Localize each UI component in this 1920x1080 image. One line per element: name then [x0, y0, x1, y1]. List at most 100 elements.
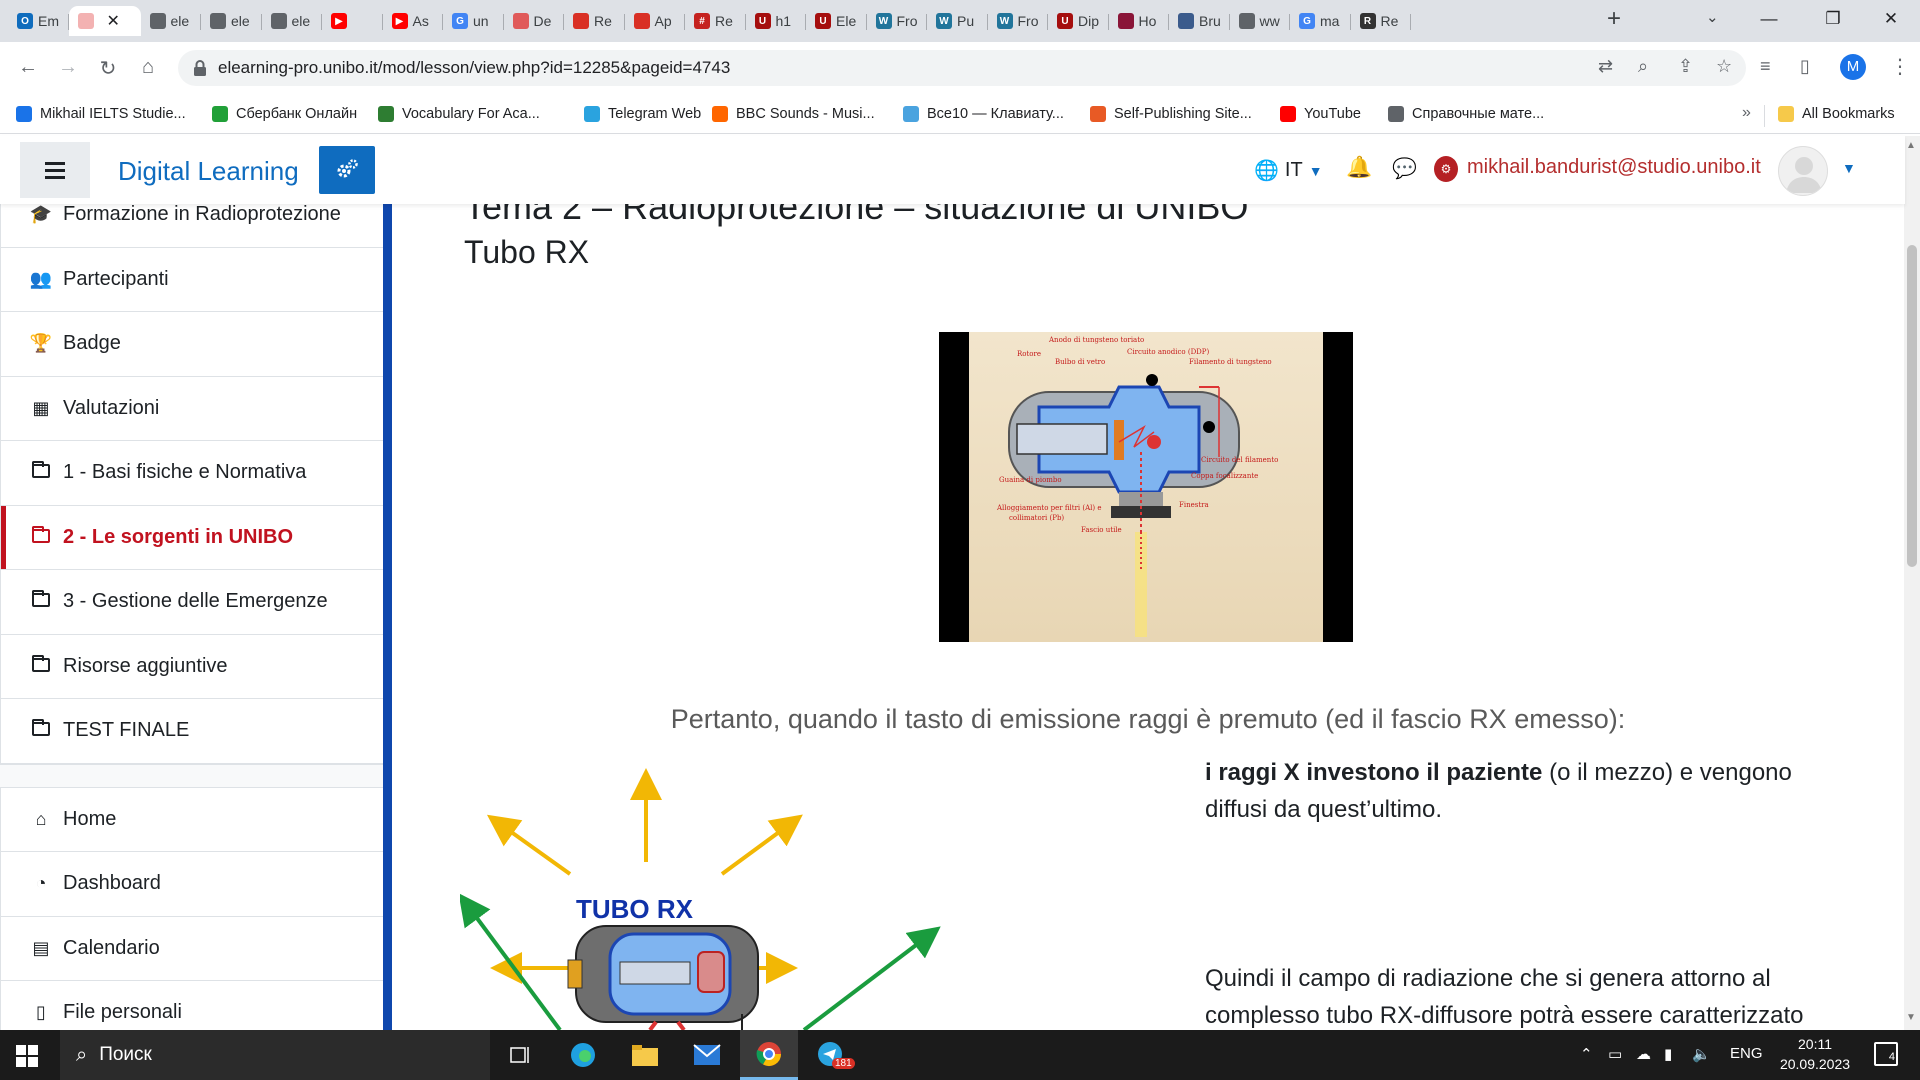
drawer-scrollbar[interactable]: [383, 204, 392, 1030]
tab-search-chevron-icon[interactable]: ⌄: [1706, 8, 1719, 26]
sidebar-item[interactable]: 👥 Partecipanti: [1, 247, 384, 312]
zoom-icon[interactable]: ⌕: [1638, 56, 1648, 77]
browser-tab[interactable]: ww: [1230, 6, 1291, 36]
reload-icon[interactable]: ↻: [94, 56, 122, 81]
system-clock[interactable]: 20:11 20.09.2023: [1760, 1034, 1870, 1074]
sidebar-item[interactable]: ◔ Dashboard: [1, 852, 384, 917]
bookmark-item[interactable]: Self-Publishing Site...: [1090, 106, 1252, 122]
battery-icon[interactable]: ▮: [1664, 1045, 1672, 1063]
address-bar[interactable]: elearning-pro.unibo.it/mod/lesson/view.p…: [178, 50, 1746, 86]
close-tab-icon[interactable]: ✕: [107, 11, 120, 31]
translate-icon[interactable]: ⇄: [1598, 56, 1613, 77]
browser-tab[interactable]: Gun: [443, 6, 504, 36]
sidebar-item[interactable]: TEST FINALE: [1, 699, 384, 764]
bookmark-star-icon[interactable]: ☆: [1716, 56, 1732, 77]
notification-center-icon[interactable]: 4: [1874, 1042, 1898, 1066]
browser-tab[interactable]: U Dip: [1048, 6, 1109, 36]
onedrive-cloud-icon[interactable]: ☁: [1636, 1045, 1651, 1063]
browser-tab[interactable]: # Re: [685, 6, 746, 36]
language-menu[interactable]: 🌐 IT ▼: [1254, 158, 1323, 183]
browser-tab-active[interactable]: ✕: [68, 6, 141, 36]
sidebar-item[interactable]: ▤ Calendario: [1, 916, 384, 981]
home-icon[interactable]: ⌂: [134, 56, 162, 79]
chrome-taskbar-icon[interactable]: [740, 1030, 798, 1080]
bookmark-item[interactable]: Все10 — Клавиату...: [903, 106, 1064, 122]
browser-tab[interactable]: R Re: [1351, 6, 1412, 36]
browser-tab[interactable]: Gma: [1290, 6, 1351, 36]
back-arrow-icon[interactable]: ←: [14, 56, 42, 79]
network-icon[interactable]: ▭: [1608, 1045, 1622, 1063]
tube-rx-label: TUBO RX: [576, 894, 694, 924]
browser-tab[interactable]: W Fro: [988, 6, 1049, 36]
url-text[interactable]: elearning-pro.unibo.it/mod/lesson/view.p…: [218, 58, 730, 78]
share-icon[interactable]: ⇪: [1678, 56, 1693, 77]
user-avatar[interactable]: [1778, 146, 1828, 196]
browser-tab[interactable]: ele: [141, 6, 202, 36]
more-bookmarks-chevron-icon[interactable]: »: [1742, 104, 1751, 122]
side-panel-icon[interactable]: ▯: [1800, 56, 1810, 77]
input-language[interactable]: ENG: [1730, 1045, 1763, 1062]
mail-icon[interactable]: [678, 1030, 736, 1080]
sidebar-item[interactable]: 1 - Basi fisiche e Normativa: [1, 441, 384, 506]
telegram-icon[interactable]: 181: [802, 1030, 860, 1080]
browser-tab[interactable]: De: [504, 6, 565, 36]
user-menu-caret-icon[interactable]: ▼: [1842, 160, 1856, 176]
browser-tab[interactable]: W Pu: [927, 6, 988, 36]
sidebar-item-label: Formazione in Radioprotezione: [63, 204, 341, 226]
sidebar-item[interactable]: 2 - Le sorgenti in UNIBO: [1, 505, 384, 570]
settings-cog-button[interactable]: [319, 146, 375, 194]
bookmark-item[interactable]: Mikhail IELTS Studie...: [16, 106, 186, 122]
minimize-button[interactable]: —: [1740, 0, 1798, 38]
browser-tab[interactable]: Uh1: [746, 6, 807, 36]
bookmark-item[interactable]: Сбербанк Онлайн: [212, 106, 357, 122]
taskbar-search-box[interactable]: ⌕ Поиск: [60, 1030, 490, 1080]
forward-arrow-icon[interactable]: →: [54, 56, 82, 79]
sidebar-item[interactable]: ▯ File personali: [1, 981, 384, 1030]
sidebar-item[interactable]: Risorse aggiuntive: [1, 634, 384, 699]
notifications-bell-icon[interactable]: 🔔: [1346, 156, 1372, 180]
bookmark-item[interactable]: YouTube: [1280, 106, 1361, 122]
maximize-button[interactable]: ❐: [1804, 0, 1862, 38]
file-explorer-icon[interactable]: [616, 1030, 674, 1080]
volume-icon[interactable]: 🔈: [1692, 1045, 1711, 1063]
all-bookmarks-button[interactable]: All Bookmarks: [1778, 106, 1895, 122]
windows-start-icon[interactable]: [16, 1045, 38, 1067]
bookmark-item[interactable]: Vocabulary For Aca...: [378, 106, 540, 122]
drawer-toggle-button[interactable]: [20, 142, 90, 198]
close-window-button[interactable]: ✕: [1862, 0, 1920, 38]
browser-tab[interactable]: ele: [201, 6, 262, 36]
browser-tab[interactable]: ▶: [322, 6, 383, 36]
site-name-link[interactable]: Digital Learning: [118, 156, 299, 187]
reading-list-icon[interactable]: ≡: [1760, 56, 1771, 77]
lock-icon[interactable]: [192, 59, 208, 77]
scroll-down-arrow-icon[interactable]: ▼: [1906, 1012, 1916, 1023]
bookmark-item[interactable]: Справочные мате...: [1388, 106, 1544, 122]
messages-chat-icon[interactable]: 💬: [1392, 156, 1417, 181]
tray-chevron-up-icon[interactable]: ⌃: [1580, 1045, 1593, 1063]
browser-tab[interactable]: Bru: [1169, 6, 1230, 36]
label-circuito-filamento: Circuito del filamento: [1201, 456, 1278, 464]
browser-tab[interactable]: U Ele: [806, 6, 867, 36]
browser-tab[interactable]: ele: [262, 6, 323, 36]
sidebar-item[interactable]: 🏆 Badge: [1, 312, 384, 377]
profile-avatar[interactable]: M: [1840, 54, 1866, 80]
scroll-up-arrow-icon[interactable]: ▲: [1906, 140, 1916, 151]
sidebar-item[interactable]: ⌂ Home: [1, 787, 384, 852]
browser-tab[interactable]: Ap: [625, 6, 686, 36]
browser-tab[interactable]: Ho: [1109, 6, 1170, 36]
sidebar-item[interactable]: 3 - Gestione delle Emergenze: [1, 570, 384, 635]
sidebar-item[interactable]: ▦ Valutazioni: [1, 376, 384, 441]
browser-tab[interactable]: W Fro: [867, 6, 928, 36]
browser-tab[interactable]: O Em: [8, 6, 69, 36]
task-view-icon[interactable]: [492, 1030, 550, 1080]
edge-browser-icon[interactable]: [554, 1030, 612, 1080]
page-scrollbar-thumb[interactable]: [1907, 245, 1917, 567]
browser-tab[interactable]: Re: [564, 6, 625, 36]
new-tab-button[interactable]: +: [1600, 6, 1628, 34]
bookmark-item[interactable]: BBC Sounds - Musi...: [712, 106, 875, 122]
bookmark-item[interactable]: Telegram Web: [584, 106, 701, 122]
user-email[interactable]: mikhail.bandurist@studio.unibo.it: [1467, 156, 1761, 179]
browser-tab[interactable]: ▶ As: [383, 6, 444, 36]
sidebar-item[interactable]: 🎓 Formazione in Radioprotezione: [1, 204, 384, 248]
chrome-menu-icon[interactable]: ⋮: [1890, 54, 1910, 79]
